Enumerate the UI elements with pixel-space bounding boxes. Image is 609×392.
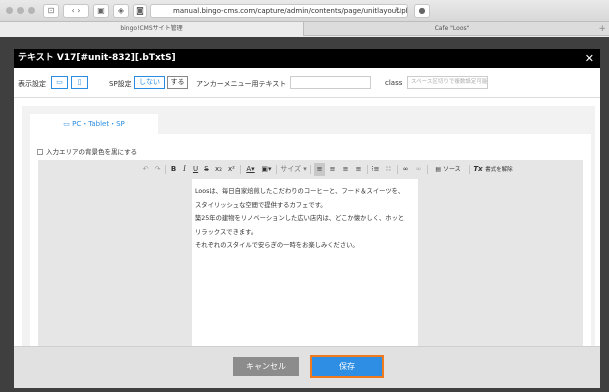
class-input[interactable]: スペース区切りで複数設定可能: [407, 76, 488, 89]
browser-toolbar: ⊡ ‹ › ▣ ◈ ◙ manual.bingo-cms.com/capture…: [0, 0, 609, 22]
toolbar-divider: [310, 165, 311, 174]
sp-off-button[interactable]: しない: [134, 76, 165, 89]
window-close-dot[interactable]: [6, 7, 13, 14]
anchor-text-input[interactable]: [290, 76, 371, 89]
unlink-icon[interactable]: ∞: [413, 163, 424, 176]
content-line: 築25年の建物をリノベーションした広い店内は、どこか懐かしく、ホッと: [195, 215, 405, 222]
bold-icon[interactable]: B: [169, 163, 178, 176]
toolbar-divider: [165, 165, 166, 174]
save-button[interactable]: 保存: [310, 355, 384, 378]
superscript-icon[interactable]: x²: [226, 163, 237, 176]
tab-cafe-label: Cafe "Loos": [434, 25, 470, 32]
close-icon[interactable]: ✕: [585, 49, 594, 68]
address-bar[interactable]: manual.bingo-cms.com/capture/admin/conte…: [150, 4, 408, 18]
font-size-select[interactable]: サイズ ▾: [280, 163, 307, 176]
display-setting-label: 表示設定: [18, 80, 46, 88]
pocket-icon[interactable]: ◈: [113, 4, 129, 18]
anchor-text-label: アンカーメニュー用テキスト: [196, 80, 287, 88]
cancel-button[interactable]: キャンセル: [233, 357, 299, 376]
bulleted-list-icon[interactable]: ∷: [383, 163, 394, 176]
bg-color-icon[interactable]: ▣▾: [260, 163, 273, 176]
align-center-icon[interactable]: ≡: [327, 163, 338, 176]
font-size-label: サイズ: [280, 165, 302, 173]
bg-black-checkbox[interactable]: 入力エリアの背景色を黒にする: [37, 146, 137, 156]
modal-footer: キャンセル 保存: [14, 346, 600, 388]
back-forward-icon[interactable]: ‹ ›: [63, 4, 89, 18]
bg-black-checkbox-label: 入力エリアの背景色を黒にする: [46, 148, 138, 156]
content-line: スタイリッシュな空間で提供するカフェです。: [195, 201, 327, 209]
redo-icon[interactable]: ↷: [153, 163, 162, 176]
toolbar-divider: [469, 165, 470, 174]
toolbar-divider: [427, 165, 428, 174]
tab-pc-tablet-sp[interactable]: ▭ PC・Tablet・SP: [30, 114, 158, 134]
clear-format-icon: Tx: [473, 165, 486, 173]
text-color-icon[interactable]: A▾: [244, 163, 257, 176]
tab-cms-label: bingo!CMSサイト管理: [120, 25, 183, 32]
editor-toolbar: ↶ ↷ B I U S x₂ x² A▾ ▣▾ サイズ ▾ ≡ ≡ ≡ ≡ ⁝≡…: [38, 160, 583, 179]
content-line: リラックスできます。: [195, 228, 258, 236]
reload-icon[interactable]: ↻: [395, 5, 402, 17]
screenshot-icon[interactable]: ◙: [133, 4, 147, 18]
sp-setting-label: SP設定: [109, 80, 132, 88]
modal-header: テキスト V17[#unit-832][.bTxtS] ✕: [14, 49, 600, 68]
numbered-list-icon[interactable]: ⁝≡: [370, 163, 381, 176]
undo-icon[interactable]: ↶: [141, 163, 150, 176]
toolbar-divider: [367, 165, 368, 174]
tab-cms[interactable]: bingo!CMSサイト管理: [0, 22, 304, 36]
source-button[interactable]: ▤ ソース: [430, 163, 466, 176]
clear-format-button[interactable]: Tx 書式を解除: [472, 163, 514, 176]
pc-display-icon[interactable]: ▭: [51, 76, 68, 89]
device-tab-label: PC・Tablet・SP: [72, 120, 125, 128]
source-label: ソース: [442, 166, 461, 173]
new-tab-button[interactable]: +: [598, 22, 606, 36]
class-label: class: [385, 79, 403, 87]
sp-on-button[interactable]: する: [167, 76, 188, 89]
subscript-icon[interactable]: x₂: [213, 163, 224, 176]
link-icon[interactable]: ∞: [400, 163, 411, 176]
align-right-icon[interactable]: ≡: [340, 163, 351, 176]
sp-display-icon[interactable]: ▯: [71, 76, 88, 89]
modal-title: テキスト V17[#unit-832][.bTxtS]: [18, 53, 176, 63]
italic-icon[interactable]: I: [180, 163, 189, 176]
window-minimize-dot[interactable]: [17, 7, 24, 14]
sidebar-toggle-icon[interactable]: ⊡: [43, 4, 59, 18]
unit-edit-modal: テキスト V17[#unit-832][.bTxtS] ✕ 表示設定 ▭ ▯ S…: [14, 49, 600, 388]
clear-format-label: 書式を解除: [485, 167, 513, 173]
underline-icon[interactable]: U: [191, 163, 200, 176]
browser-tabs: bingo!CMSサイト管理 Cafe "Loos" +: [0, 22, 609, 36]
window-zoom-dot[interactable]: [28, 7, 35, 14]
toolbar-divider: [276, 165, 277, 174]
address-url: manual.bingo-cms.com/capture/admin/conte…: [173, 7, 407, 15]
align-left-icon[interactable]: ≡: [314, 163, 325, 176]
strikethrough-icon[interactable]: S: [202, 163, 211, 176]
unit-settings-bar: 表示設定 ▭ ▯ SP設定 しない する アンカーメニュー用テキスト class…: [14, 68, 600, 98]
content-line: それぞれのスタイルで安らぎの一時をお楽しみください。: [195, 242, 359, 249]
checkbox-box[interactable]: [37, 149, 43, 155]
monitor-icon: ▭: [63, 120, 73, 128]
source-icon: ▤: [435, 166, 443, 173]
tab-cafe[interactable]: Cafe "Loos": [305, 22, 599, 36]
content-line: Loosは、毎日自家焙煎したこだわりのコーヒーと、フード＆スイーツを、: [195, 188, 405, 195]
toolbar-divider: [240, 165, 241, 174]
share-icon[interactable]: ▣: [93, 4, 109, 18]
toolbar-divider: [397, 165, 398, 174]
align-justify-icon[interactable]: ≡: [353, 163, 364, 176]
extension-icon[interactable]: ●: [414, 4, 430, 18]
